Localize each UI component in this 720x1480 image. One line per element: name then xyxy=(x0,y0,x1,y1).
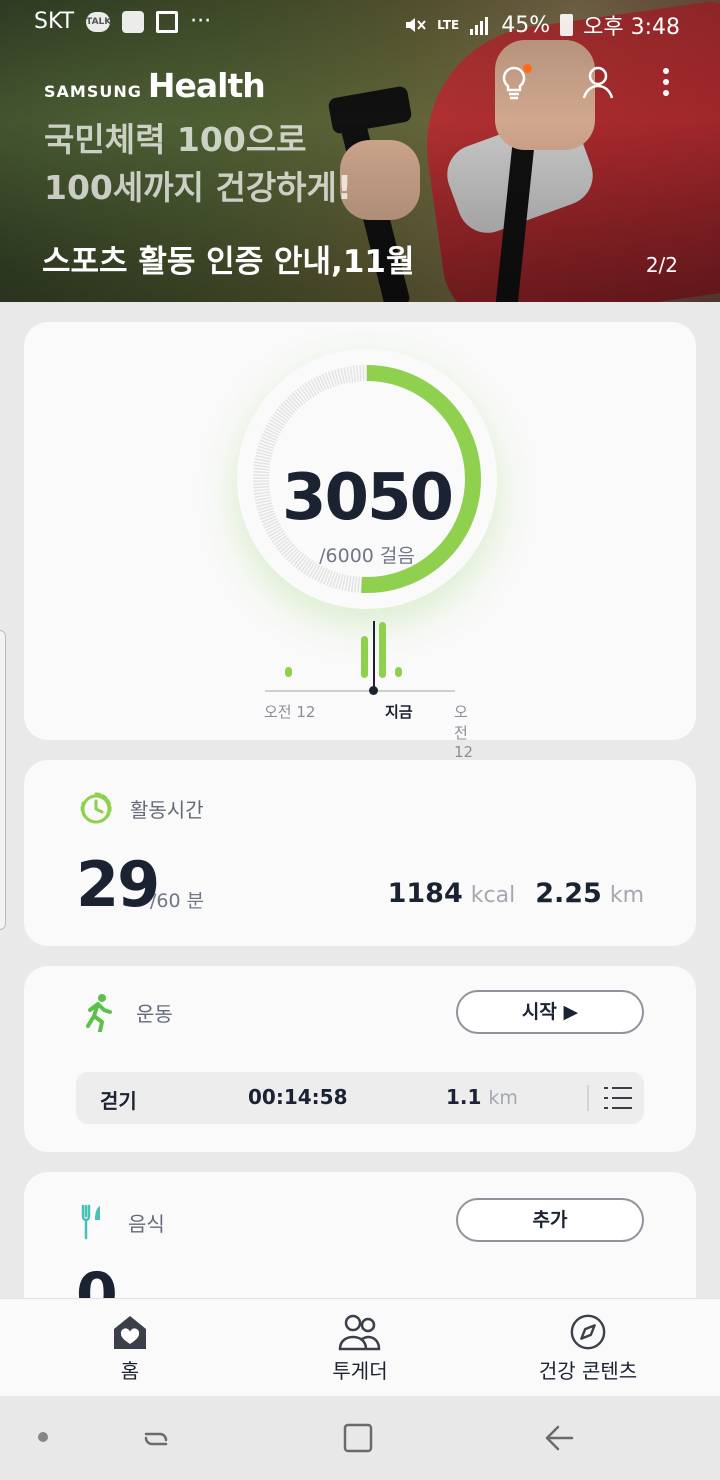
network-type-label: LTE xyxy=(437,18,460,32)
active-stats: 1184 kcal 2.25 km xyxy=(388,878,644,909)
active-time-card[interactable]: 활동시간 29 /60 분 1184 kcal 2.25 km xyxy=(24,760,696,946)
steps-timeline: 오전 12 지금 오전 12 xyxy=(240,617,480,761)
steps-goal: /6000 걸음 xyxy=(319,545,415,567)
signal-icon xyxy=(470,17,489,35)
logo-brand-large: Health xyxy=(147,66,266,105)
exercise-type: 걷기 xyxy=(100,1089,137,1113)
home-icon xyxy=(114,1316,146,1349)
timeline-now-label: 지금 xyxy=(385,703,413,721)
exercise-distance: 1.1 xyxy=(446,1085,482,1109)
status-bar: SKT TALK ··· LTE 45% 오후 3:48 xyxy=(0,0,720,44)
timeline-bar xyxy=(361,636,368,678)
edge-panel-handle[interactable] xyxy=(0,630,6,930)
more-vertical-icon xyxy=(663,68,669,96)
talk-icon: TALK xyxy=(86,11,111,32)
more-notifications-icon: ··· xyxy=(190,9,212,34)
back-icon[interactable] xyxy=(542,1422,576,1454)
exercise-distance-unit: km xyxy=(488,1087,518,1109)
distance-unit: km xyxy=(609,883,644,908)
logo-brand-small: SAMSUNG xyxy=(44,82,142,101)
food-header: 음식 xyxy=(80,1204,165,1240)
start-exercise-button[interactable]: 시작 ▶ xyxy=(456,990,644,1034)
exercise-duration: 00:14:58 xyxy=(248,1085,348,1109)
battery-icon xyxy=(560,14,574,36)
nav-together[interactable]: 투게더 xyxy=(290,1299,430,1397)
exercise-header: 운동 xyxy=(80,992,173,1032)
home-key-icon[interactable] xyxy=(342,1422,374,1454)
timeline-bar xyxy=(395,667,402,677)
tips-button[interactable] xyxy=(494,62,534,102)
timeline-now-dot xyxy=(369,686,378,695)
calories-unit: kcal xyxy=(470,883,516,908)
gallery-icon xyxy=(156,10,179,33)
exercise-card[interactable]: 운동 시작 ▶ 걷기 00:14:58 1.1 km xyxy=(24,966,696,1152)
system-navigation-bar xyxy=(0,1396,720,1480)
active-time-header: 활동시간 xyxy=(78,790,204,826)
steps-count: 3050 xyxy=(281,461,454,535)
row-divider xyxy=(587,1085,589,1111)
timeline-now-marker xyxy=(373,621,375,691)
notification-dot xyxy=(523,64,532,73)
hide-navbar-dot[interactable] xyxy=(38,1432,48,1442)
steps-card[interactable]: 3050 /6000 걸음 오전 12 지금 오전 12 xyxy=(24,322,696,761)
banner-page-indicator: 2/2 xyxy=(645,253,678,277)
nav-home[interactable]: 홈 xyxy=(60,1299,200,1397)
promo-banner[interactable]: SKT TALK ··· LTE 45% 오후 3:48 SAMSUNG Hea… xyxy=(0,0,720,302)
nav-health-contents-label: 건강 콘텐츠 xyxy=(538,1359,638,1383)
active-goal: /60 분 xyxy=(150,890,205,912)
exercise-record-row[interactable]: 걷기 00:14:58 1.1 km xyxy=(76,1072,644,1124)
carrier-label: SKT xyxy=(34,9,75,34)
stopwatch-icon xyxy=(80,792,112,824)
timeline-bar xyxy=(379,622,386,678)
nav-together-label: 투게더 xyxy=(332,1359,388,1383)
nav-home-label: 홈 xyxy=(120,1359,140,1383)
distance-value: 2.25 xyxy=(535,878,602,909)
samsung-health-logo: SAMSUNG Health xyxy=(44,66,266,105)
clock: 오후 3:48 xyxy=(583,15,680,40)
add-food-button[interactable]: 추가 xyxy=(456,1198,644,1242)
compass-icon xyxy=(570,1314,606,1350)
timeline-axis xyxy=(265,690,455,692)
timeline-bar xyxy=(285,667,292,677)
people-icon xyxy=(338,1314,381,1351)
bottom-navigation: 홈 투게더 건강 콘텐츠 xyxy=(0,1298,720,1396)
profile-button[interactable] xyxy=(578,62,618,102)
fork-knife-icon xyxy=(81,1204,100,1240)
running-icon xyxy=(86,994,112,1032)
exercise-title: 운동 xyxy=(136,1001,173,1026)
battery-percent: 45% xyxy=(501,12,551,38)
banner-title: 스포츠 활동 인증 안내,11월 xyxy=(42,244,415,280)
active-minutes: 29 xyxy=(76,848,160,921)
mute-icon xyxy=(406,18,426,32)
steps-ring: 3050 /6000 걸음 xyxy=(237,349,497,609)
banner-subtitle: 국민체력 100으로 100세까지 건강하게! xyxy=(44,120,352,207)
overflow-menu-button[interactable] xyxy=(646,62,686,102)
messenger-icon xyxy=(122,10,145,33)
timeline-start-label: 오전 12 xyxy=(264,703,316,721)
timeline-end-label: 오전 12 xyxy=(454,703,474,761)
list-icon[interactable] xyxy=(604,1085,632,1111)
recents-icon[interactable] xyxy=(140,1422,172,1454)
active-time-title: 활동시간 xyxy=(130,797,204,822)
nav-health-contents[interactable]: 건강 콘텐츠 xyxy=(508,1299,668,1397)
profile-icon xyxy=(582,66,614,99)
food-title: 음식 xyxy=(128,1211,165,1236)
calories-value: 1184 xyxy=(387,878,463,909)
